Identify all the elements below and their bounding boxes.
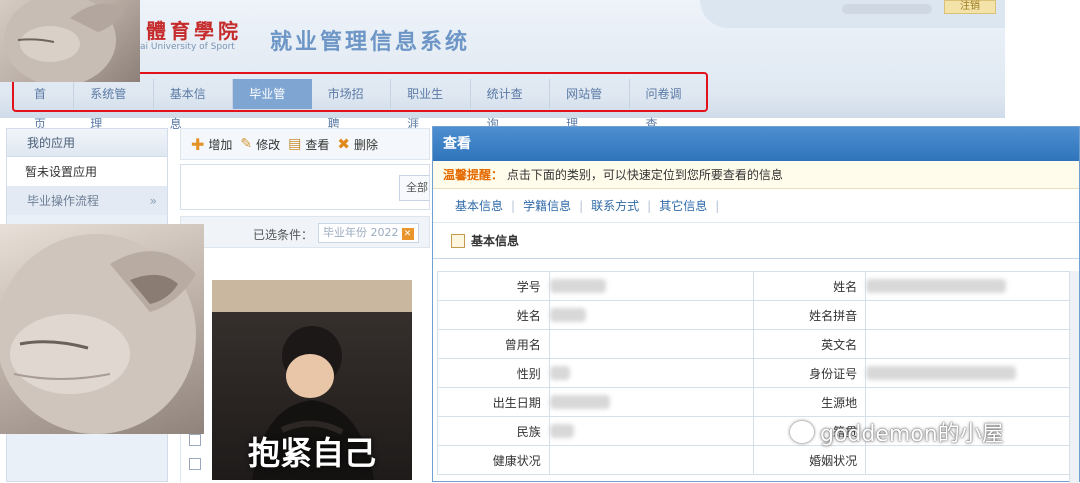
filter-area: 全部 bbox=[180, 164, 430, 210]
field-value bbox=[548, 271, 755, 301]
table-row: 曾用名 英文名 bbox=[437, 329, 1071, 359]
plus-icon: ✚ bbox=[191, 134, 205, 154]
sidebar-item-app[interactable]: 暂未设置应用 bbox=[7, 157, 167, 187]
redacted-value bbox=[549, 279, 606, 294]
field-value bbox=[865, 329, 1071, 359]
add-label: 增加 bbox=[208, 137, 233, 152]
tab-separator: | bbox=[715, 199, 720, 213]
toolbar: ✚ 增加 ✎ 修改 ▤ 查看 ✖ 删除 bbox=[180, 128, 430, 160]
field-value bbox=[548, 358, 755, 388]
field-label: 民族 bbox=[437, 416, 550, 446]
edit-label: 修改 bbox=[256, 137, 281, 152]
user-info-blurred bbox=[842, 4, 932, 14]
tip-text: 点击下面的类别，可以快速定位到您所要查看的信息 bbox=[506, 168, 783, 182]
field-value bbox=[865, 445, 1071, 475]
field-label: 生源地 bbox=[753, 387, 867, 417]
tab-basic-info[interactable]: 基本信息 bbox=[447, 189, 511, 222]
tab-other-info[interactable]: 其它信息 bbox=[651, 189, 715, 222]
redacted-value bbox=[549, 424, 574, 439]
add-button[interactable]: ✚ 增加 bbox=[191, 135, 232, 154]
field-label: 健康状况 bbox=[437, 445, 550, 475]
field-value bbox=[865, 358, 1071, 388]
field-value bbox=[548, 387, 755, 417]
system-title: 就业管理信息系统 bbox=[270, 30, 471, 55]
sidebar-title: 我的应用 bbox=[7, 129, 167, 157]
field-value bbox=[865, 387, 1071, 417]
remove-tag-icon[interactable]: ✕ bbox=[401, 228, 414, 240]
field-value bbox=[865, 300, 1071, 330]
all-filter-button[interactable]: 全部 bbox=[399, 175, 429, 201]
field-label: 婚姻状况 bbox=[753, 445, 867, 475]
field-label: 姓名 bbox=[437, 300, 550, 330]
wechat-icon bbox=[790, 421, 814, 443]
delete-button[interactable]: ✖ 删除 bbox=[337, 135, 378, 153]
field-label: 姓名 bbox=[753, 271, 867, 301]
watermark-text: goddemon的小屋 bbox=[820, 422, 1004, 447]
table-row: 姓名 姓名拼音 bbox=[437, 300, 1071, 330]
row-checkbox[interactable] bbox=[189, 458, 201, 470]
field-value bbox=[548, 416, 755, 446]
table-row: 学号 姓名 bbox=[437, 271, 1071, 301]
tip-label: 温馨提醒： bbox=[443, 168, 504, 182]
logout-button[interactable]: 注销 bbox=[944, 0, 996, 14]
sidebar-flow-label: 毕业操作流程 bbox=[27, 194, 100, 208]
dialog-scrollbar[interactable] bbox=[1069, 271, 1079, 483]
field-label: 曾用名 bbox=[437, 329, 550, 359]
field-value bbox=[865, 271, 1071, 301]
field-value bbox=[548, 445, 755, 475]
field-value bbox=[548, 329, 755, 359]
document-icon: ▤ bbox=[288, 136, 302, 152]
pencil-icon: ✎ bbox=[240, 136, 253, 152]
redacted-value bbox=[549, 395, 610, 410]
table-row: 健康状况 婚姻状况 bbox=[437, 445, 1071, 475]
dialog-tabs: 基本信息 | 学籍信息 | 联系方式 | 其它信息 | bbox=[433, 189, 1079, 223]
delete-label: 删除 bbox=[354, 137, 379, 152]
tab-enrollment-info[interactable]: 学籍信息 bbox=[515, 189, 579, 222]
condition-tag[interactable]: 毕业年份 2022 ✕ bbox=[318, 223, 419, 243]
delete-x-icon: ✖ bbox=[337, 135, 350, 153]
sidebar-item-flow[interactable]: 毕业操作流程 » bbox=[7, 187, 167, 215]
watermark: goddemon的小屋 bbox=[790, 416, 1004, 448]
double-chevron-icon: » bbox=[149, 194, 157, 208]
meme-caption: 抱紧自己 bbox=[247, 434, 376, 472]
redacted-value bbox=[549, 308, 586, 323]
field-label: 身份证号 bbox=[753, 358, 867, 388]
meme-photo-overlay: 抱紧自己 bbox=[212, 280, 412, 480]
view-label: 查看 bbox=[305, 137, 330, 152]
field-label: 出生日期 bbox=[437, 387, 550, 417]
cat-photo-overlay-large bbox=[0, 224, 204, 434]
field-label: 性别 bbox=[437, 358, 550, 388]
section-header: 基本信息 bbox=[433, 223, 1079, 259]
cat-photo-overlay bbox=[0, 0, 140, 82]
edit-document-icon bbox=[451, 234, 465, 248]
dialog-title: 查看 bbox=[433, 127, 1079, 161]
field-label: 英文名 bbox=[753, 329, 867, 359]
tab-contact[interactable]: 联系方式 bbox=[583, 189, 647, 222]
app-header: 體育學院 ai University of Sport 就业管理信息系统 注销 … bbox=[0, 0, 1005, 131]
tip-bar: 温馨提醒： 点击下面的类别，可以快速定位到您所要查看的信息 bbox=[433, 161, 1079, 189]
field-label: 姓名拼音 bbox=[753, 300, 867, 330]
edit-button[interactable]: ✎ 修改 bbox=[240, 136, 280, 153]
field-label: 学号 bbox=[437, 271, 550, 301]
row-checkbox[interactable] bbox=[189, 434, 201, 446]
table-row: 性别 身份证号 bbox=[437, 358, 1071, 388]
table-row: 出生日期 生源地 bbox=[437, 387, 1071, 417]
selected-conditions-bar: 已选条件： 毕业年份 2022 ✕ bbox=[180, 216, 430, 248]
redacted-value bbox=[866, 279, 1007, 294]
selected-conditions-label: 已选条件： bbox=[253, 228, 314, 242]
field-value bbox=[548, 300, 755, 330]
redacted-value bbox=[866, 366, 1017, 381]
condition-tag-label: 毕业年份 2022 bbox=[323, 226, 399, 239]
redacted-value bbox=[549, 366, 570, 381]
view-button[interactable]: ▤ 查看 bbox=[288, 136, 329, 153]
school-name: 體育學院 bbox=[146, 19, 242, 43]
school-english-name: ai University of Sport bbox=[140, 42, 235, 52]
sidebar-item-label: 暂未设置应用 bbox=[25, 165, 98, 179]
